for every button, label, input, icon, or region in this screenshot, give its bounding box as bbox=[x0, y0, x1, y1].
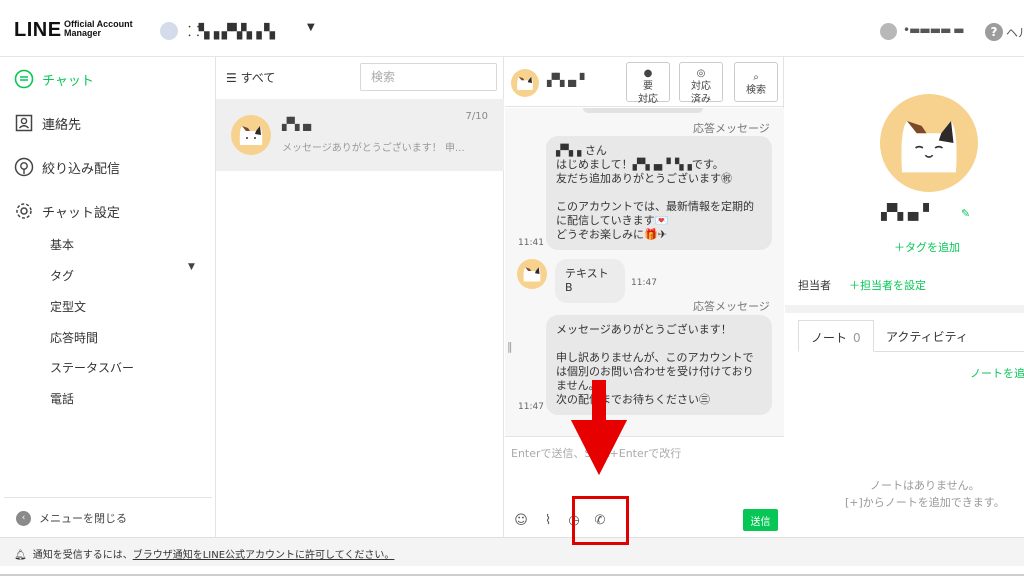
assignee-label: 担当者 bbox=[798, 279, 831, 292]
chat-date: 7/10 bbox=[465, 111, 488, 122]
tab-count: 0 bbox=[853, 331, 861, 345]
auto-reply-label: 応答メッセージ bbox=[693, 300, 770, 313]
help-label[interactable]: ヘル bbox=[1006, 24, 1024, 41]
search-input[interactable] bbox=[360, 63, 497, 91]
broadcast-icon bbox=[14, 157, 34, 177]
message-composer[interactable]: Enterで送信、Shift+Enterで改行 ☺ ⌇ ◷ ✆ 送信 bbox=[505, 436, 784, 537]
notification-permission-link[interactable]: ブラウザ通知をLINE公式アカウントに許可してください。 bbox=[133, 550, 395, 561]
filter-label: すべて bbox=[240, 71, 276, 85]
bell-icon: 🔔︎ bbox=[14, 550, 27, 561]
set-assignee-link[interactable]: ＋担当者を設定 bbox=[849, 277, 926, 293]
sidebar-item-label: チャット bbox=[42, 73, 94, 89]
app-frame: LINE Official Account Manager ⸬▚▗ ▞▚▚▗ ▚… bbox=[0, 0, 1024, 576]
send-button[interactable]: 送信 bbox=[743, 509, 778, 531]
menu-icon: ☰ bbox=[226, 71, 237, 85]
user-icon[interactable] bbox=[880, 23, 897, 40]
help-icon[interactable]: ? bbox=[985, 23, 1003, 41]
resolved-label: 対応 済み bbox=[691, 81, 711, 105]
sidebar-subitem-templates[interactable]: 定型文 bbox=[50, 298, 86, 315]
account-avatar[interactable] bbox=[160, 22, 178, 40]
auto-reply-label: 応答メッセージ bbox=[693, 122, 770, 135]
sidebar-item-label: 絞り込み配信 bbox=[42, 161, 121, 177]
search-icon: ⌕ bbox=[753, 72, 759, 83]
search-button[interactable]: ⌕ 検索 bbox=[734, 62, 778, 102]
profile-name: ▞▚▗▖▘ bbox=[881, 203, 935, 221]
empty-notes-message: ノートはありません。 bbox=[870, 479, 980, 492]
sidebar: チャット 連絡先 絞り込み配信 チャット設定 ▼ 基本 タグ 定型文 応答時間 … bbox=[0, 57, 216, 537]
add-tag-link[interactable]: ＋タグを追加 bbox=[894, 239, 960, 255]
sidebar-subitem-phone[interactable]: 電話 bbox=[50, 390, 74, 407]
avatar bbox=[517, 259, 547, 289]
profile-tabs: ノート 0 アクティビティ bbox=[798, 320, 1024, 352]
avatar bbox=[880, 94, 978, 192]
tab-notes[interactable]: ノート 0 bbox=[798, 320, 874, 352]
section-divider bbox=[785, 305, 1024, 313]
account-name[interactable]: ⸬▚▗ ▞▚▚▗ ▚ bbox=[188, 22, 275, 41]
close-menu-label: メニューを閉じる bbox=[39, 512, 127, 525]
sidebar-item-label: チャット設定 bbox=[42, 205, 120, 221]
chat-list-item[interactable]: ▞▚▗▖ 7/10 メッセージありがとうございます！ 申... bbox=[216, 99, 504, 171]
gear-icon bbox=[14, 201, 34, 221]
top-header: LINE Official Account Manager ⸬▚▗ ▞▚▚▗ ▚… bbox=[0, 0, 1024, 57]
message-time: 11:47 bbox=[518, 402, 544, 412]
sidebar-item-label: 連絡先 bbox=[42, 117, 82, 133]
tab-activity[interactable]: アクティビティ bbox=[874, 320, 968, 352]
check-bubble-icon: ◎ bbox=[696, 68, 706, 79]
tab-label: アクティビティ bbox=[886, 330, 968, 344]
conversation-panel: ▞▚▗▖▘ ● 要 対応 ◎ 対応 済み ⌕ 検索 応答メッセージ ▞▚▗ さん… bbox=[505, 57, 784, 537]
needs-action-label: 要 対応 bbox=[638, 81, 658, 105]
chat-contact-name: ▞▚▗▖ bbox=[282, 117, 316, 131]
sidebar-item-chat-settings[interactable]: チャット設定 bbox=[14, 201, 120, 221]
message-time: 11:41 bbox=[518, 238, 544, 248]
chat-preview: メッセージありがとうございます！ 申... bbox=[282, 143, 465, 154]
notice-text: 通知を受信するには、 bbox=[32, 550, 133, 561]
resolved-button[interactable]: ◎ 対応 済み bbox=[679, 62, 723, 105]
close-menu-button[interactable]: ‹ メニューを閉じる bbox=[4, 497, 212, 526]
filter-dropdown[interactable]: ☰ すべて bbox=[226, 69, 275, 86]
emoji-icon[interactable]: ☺ bbox=[513, 513, 529, 529]
avatar[interactable] bbox=[511, 69, 539, 97]
profile-panel: ▞▚▗▖▘ ✎ ＋タグを追加 担当者 ＋担当者を設定 ノート 0 アクティビティ … bbox=[785, 57, 1024, 537]
search-label: 検索 bbox=[746, 85, 766, 96]
sidebar-subitem-basic[interactable]: 基本 bbox=[50, 236, 74, 253]
annotation-arrow-head bbox=[571, 420, 627, 475]
annotation-highlight-box bbox=[572, 496, 629, 545]
chat-list-panel: ☰ すべて ▞▚▗▖ 7/10 メッセージありがとうございます！ 申... bbox=[216, 57, 504, 537]
message-bubble: ▞▚▗ さん はじめまして！▞▚▗▖▘▚▗です。 友だち追加ありがとうございます… bbox=[546, 136, 772, 250]
notification-banner: 🔔︎ 通知を受信するには、ブラウザ通知をLINE公式アカウントに許可してください。 bbox=[0, 537, 1024, 566]
line-logo: LINE bbox=[14, 19, 62, 41]
flag-icon: ● bbox=[643, 68, 653, 79]
avatar bbox=[231, 115, 271, 155]
sidebar-subitem-tags[interactable]: タグ bbox=[50, 267, 74, 284]
needs-action-button[interactable]: ● 要 対応 bbox=[626, 62, 670, 105]
chat-icon bbox=[14, 69, 34, 89]
conversation-header: ▞▚▗▖▘ ● 要 対応 ◎ 対応 済み ⌕ 検索 bbox=[505, 57, 784, 107]
sidebar-item-contacts[interactable]: 連絡先 bbox=[14, 113, 81, 133]
attachment-icon[interactable]: ⌇ bbox=[540, 513, 556, 529]
incoming-message-bubble: テキストB bbox=[555, 259, 625, 303]
user-name[interactable]: •▬▬▬▬ ▬ bbox=[903, 23, 965, 37]
chevron-down-icon[interactable]: ▼ bbox=[307, 22, 315, 33]
conversation-contact-name: ▞▚▗▖▘ bbox=[547, 73, 589, 87]
sidebar-subitem-response-hours[interactable]: 応答時間 bbox=[50, 329, 98, 346]
contacts-icon bbox=[14, 113, 34, 133]
logo-subtitle: Official Account Manager bbox=[64, 19, 133, 38]
sidebar-item-chat[interactable]: チャット bbox=[14, 69, 94, 89]
previous-message-edge bbox=[583, 108, 703, 113]
tab-label: ノート bbox=[811, 331, 848, 345]
message-time: 11:47 bbox=[631, 278, 657, 288]
sidebar-subitem-status-bar[interactable]: ステータスバー bbox=[50, 359, 134, 376]
add-note-link[interactable]: ノートを追 bbox=[970, 365, 1024, 381]
resize-handle[interactable]: ‖ bbox=[507, 340, 513, 353]
chevron-down-icon[interactable]: ▼ bbox=[188, 262, 195, 272]
message-area: 応答メッセージ ▞▚▗ さん はじめまして！▞▚▗▖▘▚▗です。 友だち追加あり… bbox=[505, 108, 784, 436]
message-bubble: メッセージありがとうございます！ 申し訳ありませんが、このアカウントで は個別の… bbox=[546, 315, 772, 415]
sidebar-item-broadcast[interactable]: 絞り込み配信 bbox=[14, 157, 120, 177]
chevron-left-icon: ‹ bbox=[16, 510, 31, 526]
pencil-icon[interactable]: ✎ bbox=[961, 207, 970, 220]
empty-notes-hint: [+]からノートを追加できます。 bbox=[845, 496, 1005, 509]
